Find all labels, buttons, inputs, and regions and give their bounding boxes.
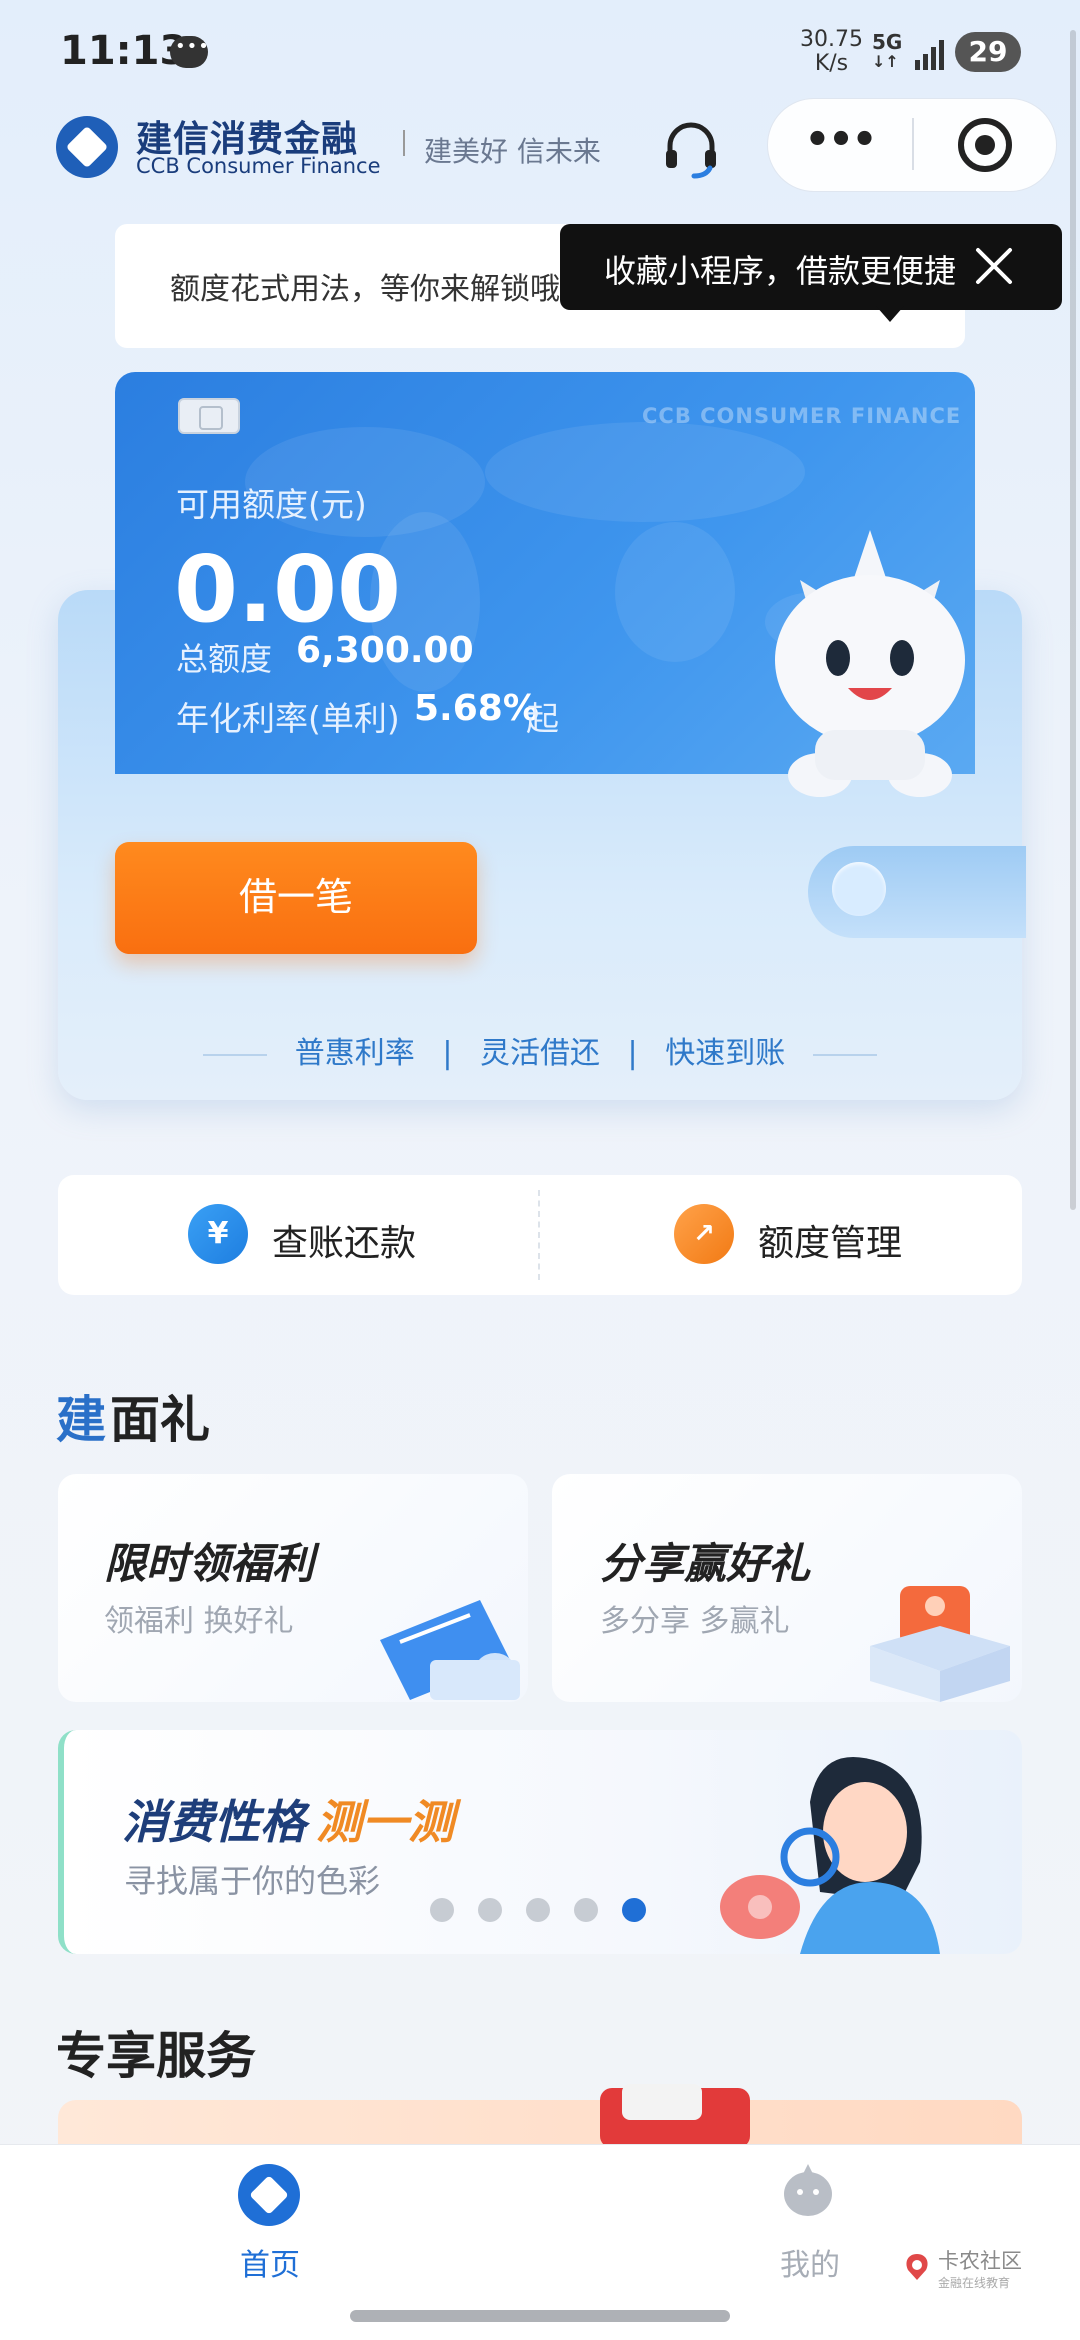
promo-card-title: 限时领福利	[104, 1539, 315, 1588]
coupon-ticket-icon	[380, 1600, 520, 1700]
watermark-logo-icon	[906, 2254, 928, 2280]
available-credit-amount: 0.00	[174, 536, 401, 643]
home-indicator[interactable]	[350, 2310, 730, 2322]
notice-text: 额度花式用法，等你来解锁哦	[170, 272, 560, 307]
battery-indicator: 29	[955, 32, 1021, 72]
network-speed-value: 30.75	[800, 27, 863, 52]
brand-logo-icon	[56, 116, 118, 178]
exclusive-services-title: 专享服务	[56, 2027, 256, 2085]
brand-slogan: 建美好 信未来	[424, 135, 601, 168]
signal-icon	[915, 40, 944, 70]
close-miniprogram-icon[interactable]	[958, 118, 1012, 172]
brand-name-en: CCB Consumer Finance	[136, 154, 381, 178]
tooltip-arrow	[876, 306, 904, 322]
page-scrollbar[interactable]	[1070, 30, 1076, 1210]
interest-rate-value: 5.68%	[414, 688, 539, 729]
banner-subtitle: 寻找属于你的色彩	[124, 1862, 381, 1900]
feature-line-right	[812, 1053, 877, 1056]
capsule-divider	[912, 118, 914, 170]
watermark-subtext: 金融在线教育	[938, 2276, 1011, 2290]
customer-service-headset-icon[interactable]	[658, 116, 724, 182]
pagination-dot[interactable]	[574, 1898, 598, 1922]
network-speed-unit: K/s	[814, 51, 849, 76]
watermark-text: 卡农社区	[938, 2249, 1022, 2273]
interest-rate-suffix: 起	[526, 699, 559, 738]
quick-actions-divider	[538, 1190, 540, 1280]
chat-notification-icon	[170, 36, 210, 68]
credit-management-button[interactable]: 额度管理	[758, 1214, 902, 1266]
gift-box-icon	[870, 1586, 1010, 1702]
available-credit-label: 可用额度(元)	[176, 485, 367, 524]
banner-title-highlight: 测一测	[316, 1795, 454, 1849]
pagination-dot[interactable]	[622, 1898, 646, 1922]
total-credit-label: 总额度	[176, 640, 273, 678]
gift-section-title: 面礼	[110, 1391, 210, 1449]
promo-card-title: 分享赢好礼	[600, 1539, 811, 1588]
borrow-button[interactable]: 借一笔	[115, 842, 477, 954]
card-brand-text: CCB CONSUMER FINANCE	[642, 404, 962, 428]
pagination-dot[interactable]	[526, 1898, 550, 1922]
tab-me[interactable]: 我的	[780, 2240, 840, 2284]
yuan-bill-icon[interactable]: ¥	[188, 1204, 248, 1264]
feature-line-left	[203, 1053, 268, 1056]
card-chip-icon	[178, 398, 240, 434]
more-options-button[interactable]: •••	[800, 120, 880, 170]
feature-item: 普惠利率	[294, 1036, 415, 1071]
promo-card-subtitle: 多分享 多赢礼	[600, 1604, 790, 1639]
home-tab-icon[interactable]	[238, 2164, 300, 2226]
profile-tab-icon[interactable]	[780, 2162, 836, 2222]
banner-title: 消费性格	[122, 1795, 306, 1849]
banner-pagination	[430, 1898, 670, 1926]
exclusive-gift-icon	[600, 2084, 750, 2148]
interest-rate-label: 年化利率(单利)	[176, 699, 400, 738]
gift-section-title-accent: 建	[56, 1391, 106, 1449]
feature-item: 快速到账	[665, 1036, 786, 1071]
feature-item: 灵活借还	[480, 1036, 600, 1071]
pagination-dot[interactable]	[430, 1898, 454, 1922]
data-arrows-icon: ↓↑	[872, 52, 899, 71]
tooltip-close-icon[interactable]	[972, 244, 1016, 288]
tab-home[interactable]: 首页	[240, 2240, 300, 2284]
money-bag-icon[interactable]: ↗	[674, 1204, 734, 1264]
brand-divider	[403, 130, 405, 156]
network-type: 5G ↓↑	[872, 32, 902, 72]
mascot-cat-icon	[775, 530, 965, 797]
woman-with-magnifier-icon	[720, 1757, 940, 1954]
wallet-clasp-knob	[832, 862, 886, 916]
feature-separator: |	[627, 1036, 638, 1071]
status-time: 11:13	[60, 28, 188, 74]
bill-repayment-button[interactable]: 查账还款	[272, 1214, 416, 1266]
total-credit-value: 6,300.00	[296, 630, 474, 671]
network-speed: 30.75 K/s	[800, 28, 863, 76]
feature-separator: |	[442, 1036, 453, 1071]
network-type-label: 5G	[872, 30, 903, 54]
promo-card-subtitle: 领福利 换好礼	[104, 1604, 294, 1639]
pagination-dot[interactable]	[478, 1898, 502, 1922]
card-features: 普惠利率 | 灵活借还 | 快速到账	[58, 1028, 1022, 1072]
favorite-tooltip-text: 收藏小程序，借款更便捷	[604, 252, 957, 290]
